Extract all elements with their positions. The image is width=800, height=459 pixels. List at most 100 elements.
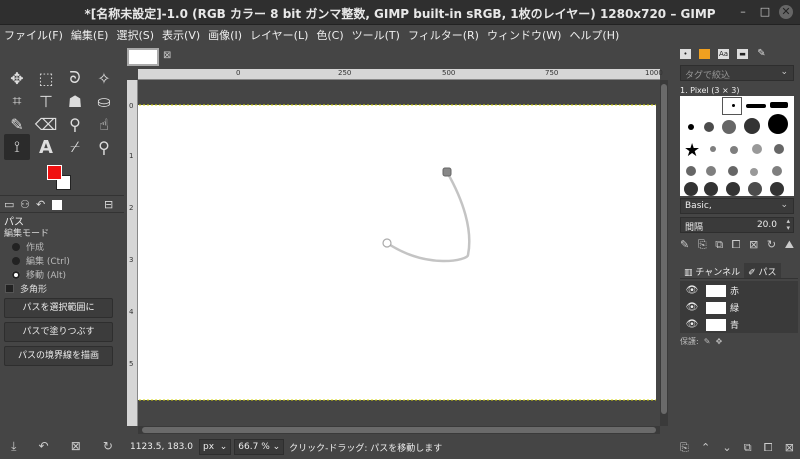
unit-select[interactable]: px ⌄ <box>198 439 232 455</box>
menu-help[interactable]: ヘルプ(H) <box>565 27 623 43</box>
brush-texture-8[interactable] <box>726 182 740 196</box>
brushes-tab-icon[interactable]: • <box>680 49 691 59</box>
fill-path-button[interactable]: パスで塗りつぶす <box>4 322 113 342</box>
mode-move-radio[interactable]: 移動 (Alt) <box>12 268 66 281</box>
edit-brush-icon[interactable]: ✎ <box>680 238 689 252</box>
channel-row-green[interactable]: 👁 緑 <box>680 299 798 316</box>
brush-block-large[interactable] <box>770 102 788 108</box>
channel-row-blue[interactable]: 👁 青 <box>680 316 798 333</box>
dock-menu-icon[interactable]: ⊟ <box>104 198 113 211</box>
brush-round-3[interactable] <box>722 120 736 134</box>
channel-to-selection-icon[interactable]: ⧠ <box>764 441 773 455</box>
mode-edit-radio[interactable]: 編集 (Ctrl) <box>12 254 70 267</box>
device-status-tab-icon[interactable]: ⚇ <box>20 198 30 211</box>
duplicate-brush-icon[interactable]: ⧉ <box>715 238 723 252</box>
zoom-select[interactable]: 66.7 % ⌄ <box>234 439 285 455</box>
delete-brush-icon[interactable]: ⊠ <box>749 238 758 252</box>
brush-texture-7[interactable] <box>704 182 718 196</box>
brush-texture-1[interactable] <box>686 166 696 176</box>
path-anchor-start[interactable] <box>382 238 392 248</box>
brush-preset-select[interactable]: Basic, ⌄ <box>680 198 794 214</box>
open-brush-as-image-icon[interactable]: ⛰ <box>785 238 794 252</box>
image-canvas[interactable] <box>135 105 656 400</box>
fonts-tab-icon[interactable]: Aa <box>718 49 729 59</box>
raise-channel-icon[interactable]: ⌃ <box>701 441 710 455</box>
undo-history-tab-icon[interactable]: ↶ <box>36 198 45 211</box>
restore-options-icon[interactable]: ↶ <box>39 439 49 453</box>
lock-position-icon[interactable]: ✥ <box>716 337 723 346</box>
spacing-stepper[interactable]: ▴ ▾ <box>786 218 790 232</box>
tab-paths[interactable]: ✐ パス <box>744 263 781 278</box>
horizontal-scrollbar[interactable] <box>138 426 660 434</box>
brush-block[interactable] <box>746 104 766 108</box>
visibility-eye-icon[interactable]: 👁 <box>684 319 700 330</box>
canvas-svg[interactable] <box>135 80 660 426</box>
brush-edit-tab-icon[interactable]: ✎ <box>756 49 767 59</box>
brush-grid[interactable]: ★ <box>680 96 794 196</box>
menu-windows[interactable]: ウィンドウ(W) <box>483 27 565 43</box>
stroke-path-button[interactable]: パスの境界線を描画 <box>4 346 113 366</box>
foreground-color-swatch[interactable] <box>47 165 62 180</box>
paths-tool-icon[interactable]: ⟟ <box>4 134 30 160</box>
canvas-area[interactable] <box>135 80 660 426</box>
visibility-eye-icon[interactable]: 👁 <box>684 302 700 313</box>
visibility-eye-icon[interactable]: 👁 <box>684 285 700 296</box>
lock-pixels-icon[interactable]: ✎ <box>704 337 711 346</box>
brush-splatter-2[interactable] <box>730 146 738 154</box>
menu-colors[interactable]: 色(C) <box>312 27 347 43</box>
reset-options-icon[interactable]: ↻ <box>103 439 113 453</box>
polygonal-checkbox[interactable]: 多角形 <box>5 282 47 295</box>
brush-texture-3[interactable] <box>728 166 738 176</box>
maximize-button[interactable]: □ <box>758 5 772 19</box>
mode-design-radio[interactable]: 作成 <box>12 240 44 253</box>
path-to-selection-button[interactable]: パスを選択範囲に <box>4 298 113 318</box>
document-history-tab-icon[interactable]: ▬ <box>737 49 748 59</box>
menu-file[interactable]: ファイル(F) <box>0 27 67 43</box>
tool-options-tab-icon[interactable]: ▭ <box>4 198 14 211</box>
brush-splatter-4[interactable] <box>774 144 784 154</box>
brush-star-icon[interactable]: ★ <box>684 140 700 161</box>
save-options-icon[interactable]: ⤓ <box>11 439 16 454</box>
menu-layer[interactable]: レイヤー(L) <box>246 27 312 43</box>
lower-channel-icon[interactable]: ⌄ <box>722 441 731 455</box>
brush-texture-10[interactable] <box>770 182 784 196</box>
text-tool-icon[interactable]: A <box>33 134 59 160</box>
spacing-slider[interactable]: 間隔 20.0 ▴ ▾ <box>680 217 794 233</box>
brush-texture-6[interactable] <box>684 182 698 196</box>
menu-image[interactable]: 画像(I) <box>204 27 246 43</box>
brush-splatter-3[interactable] <box>752 144 762 154</box>
menu-filters[interactable]: フィルター(R) <box>404 27 483 43</box>
refresh-brushes-icon[interactable]: ↻ <box>767 238 776 252</box>
menu-edit[interactable]: 編集(E) <box>67 27 113 43</box>
patterns-tab-icon[interactable] <box>699 49 710 59</box>
brush-texture-4[interactable] <box>750 168 758 176</box>
copy-brush-location-icon[interactable]: ⧠ <box>732 238 741 252</box>
tag-filter-input[interactable]: タグで絞込 ⌄ <box>680 65 794 81</box>
menu-tools[interactable]: ツール(T) <box>348 27 404 43</box>
new-channel-icon[interactable]: ⎘ <box>680 441 689 455</box>
brush-texture-9[interactable] <box>748 182 762 196</box>
close-button[interactable]: ✕ <box>779 5 793 19</box>
delete-options-icon[interactable]: ⊠ <box>71 439 81 453</box>
new-brush-icon[interactable]: ⎘ <box>698 238 707 252</box>
path-anchor-end[interactable] <box>442 167 452 177</box>
duplicate-channel-icon[interactable]: ⧉ <box>744 441 752 455</box>
menu-view[interactable]: 表示(V) <box>158 27 204 43</box>
delete-channel-icon[interactable]: ⊠ <box>785 441 794 455</box>
tab-channels[interactable]: ▥ チャンネル <box>680 263 744 278</box>
brush-round-5[interactable] <box>768 114 788 134</box>
brush-splatter-1[interactable] <box>710 146 716 152</box>
image-tab-thumbnail[interactable] <box>127 48 159 66</box>
brush-texture-2[interactable] <box>706 166 716 176</box>
images-tab-icon[interactable] <box>52 200 62 210</box>
brush-round-2[interactable] <box>704 122 714 132</box>
brush-round-1[interactable] <box>688 124 694 130</box>
zoom-tool-icon[interactable]: ⚲ <box>91 134 117 160</box>
minimize-button[interactable]: – <box>736 5 750 19</box>
brush-texture-5[interactable] <box>772 166 782 176</box>
vertical-scrollbar[interactable] <box>660 80 668 426</box>
color-picker-tool-icon[interactable]: ⌿ <box>62 134 88 160</box>
brush-round-4[interactable] <box>744 118 760 134</box>
menu-select[interactable]: 選択(S) <box>112 27 158 43</box>
channel-row-red[interactable]: 👁 赤 <box>680 282 798 299</box>
